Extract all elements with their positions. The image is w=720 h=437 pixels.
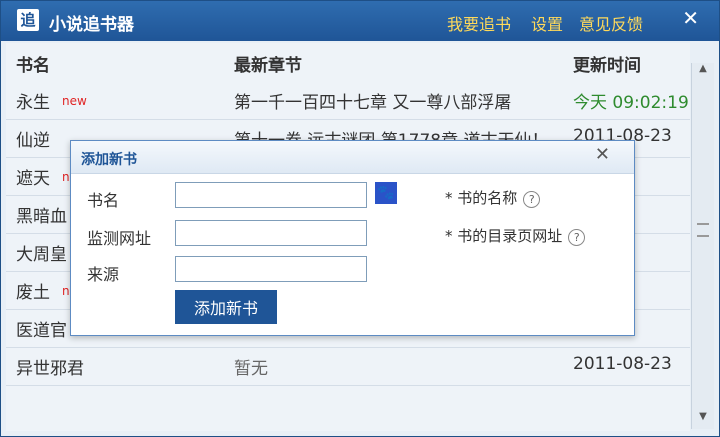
new-badge: new: [62, 94, 87, 108]
column-header-chapter[interactable]: 最新章节: [234, 51, 302, 76]
book-name-cell: 永生: [16, 93, 50, 113]
update-time-cell: 今天 09:02:19: [573, 93, 689, 113]
table-row[interactable]: 永生 new 第一千一百四十七章 又一尊八部浮屠 今天 09:02:19: [6, 81, 690, 120]
window-close-icon[interactable]: ✕: [682, 6, 699, 30]
monitor-url-hint: * 书的目录页网址?: [445, 225, 586, 246]
monitor-url-hint-text: * 书的目录页网址: [445, 227, 563, 245]
link-settings[interactable]: 设置: [531, 11, 563, 35]
book-name-hint-text: * 书的名称: [445, 189, 518, 207]
dialog-title: 添加新书: [81, 152, 137, 168]
book-name-cell: 遮天: [16, 169, 50, 189]
book-name-label: 书名: [87, 191, 120, 210]
scroll-up-icon[interactable]: ▲: [692, 63, 714, 81]
app-logo-icon: 追: [17, 9, 39, 31]
column-header-time[interactable]: 更新时间: [573, 51, 641, 76]
book-name-cell: 仙逆: [16, 131, 50, 151]
link-feedback[interactable]: 意见反馈: [579, 11, 643, 35]
update-time-cell: 2011-08-23: [573, 354, 672, 374]
book-name-input[interactable]: [175, 182, 367, 208]
book-name-cell: 医道官: [16, 321, 67, 341]
table-row[interactable]: 异世邪君 暂无 2011-08-23: [6, 347, 690, 386]
help-icon[interactable]: ?: [523, 191, 541, 208]
monitor-url-input[interactable]: [175, 220, 367, 246]
dialog-header: 添加新书 ✕: [71, 141, 634, 174]
book-name-cell: 废土: [16, 283, 50, 303]
scroll-thumb[interactable]: [697, 223, 709, 237]
book-name-cell: 大周皇: [16, 245, 67, 265]
source-label: 来源: [87, 265, 120, 284]
column-header-name[interactable]: 书名: [16, 51, 50, 76]
dialog-close-icon[interactable]: ✕: [595, 144, 610, 165]
paw-search-icon[interactable]: 🐾: [375, 182, 397, 204]
monitor-url-label: 监测网址: [87, 229, 152, 248]
chapter-cell[interactable]: 第一千一百四十七章 又一尊八部浮屠: [234, 88, 564, 113]
app-title: 小说追书器: [49, 15, 134, 35]
add-book-dialog: 添加新书 ✕ 书名 🐾 监测网址 来源 * 书的名称? * 书的目录页网址? 添…: [70, 140, 635, 336]
link-add-book[interactable]: 我要追书: [447, 11, 511, 35]
chapter-cell[interactable]: 暂无: [234, 354, 564, 379]
vertical-scrollbar[interactable]: ▲ ▼: [691, 63, 714, 429]
book-name-cell: 黑暗血: [16, 207, 67, 227]
add-book-button[interactable]: 添加新书: [175, 290, 277, 324]
book-name-hint: * 书的名称?: [445, 187, 541, 208]
source-input[interactable]: [175, 256, 367, 282]
title-bar: 追 小说追书器 我要追书 设置 意见反馈 ✕: [1, 1, 719, 41]
help-icon[interactable]: ?: [568, 229, 586, 246]
scroll-down-icon[interactable]: ▼: [692, 411, 714, 429]
book-name-cell: 异世邪君: [16, 359, 84, 379]
